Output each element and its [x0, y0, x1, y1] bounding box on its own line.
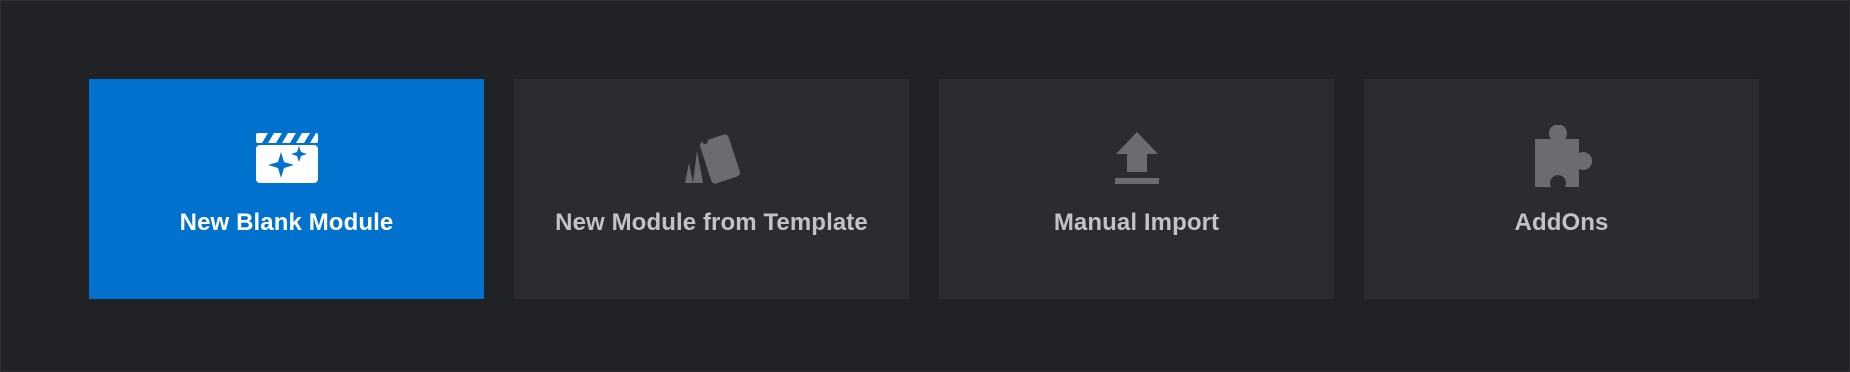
- clapperboard-sparkle-icon: [252, 129, 322, 187]
- card-label: New Blank Module: [179, 209, 394, 236]
- new-blank-module-card[interactable]: New Blank Module: [89, 79, 484, 299]
- new-module-from-template-card[interactable]: New Module from Template: [514, 79, 909, 299]
- puzzle-icon: [1527, 125, 1597, 187]
- card-label: AddOns: [1514, 209, 1609, 236]
- card-label: New Module from Template: [555, 209, 868, 236]
- card-label: Manual Import: [1053, 209, 1220, 236]
- addons-card[interactable]: AddOns: [1364, 79, 1759, 299]
- upload-icon: [1102, 129, 1172, 187]
- manual-import-card[interactable]: Manual Import: [939, 79, 1334, 299]
- module-options: New Blank Module New Module from Templat…: [89, 79, 1759, 299]
- template-cards-icon: [677, 129, 747, 187]
